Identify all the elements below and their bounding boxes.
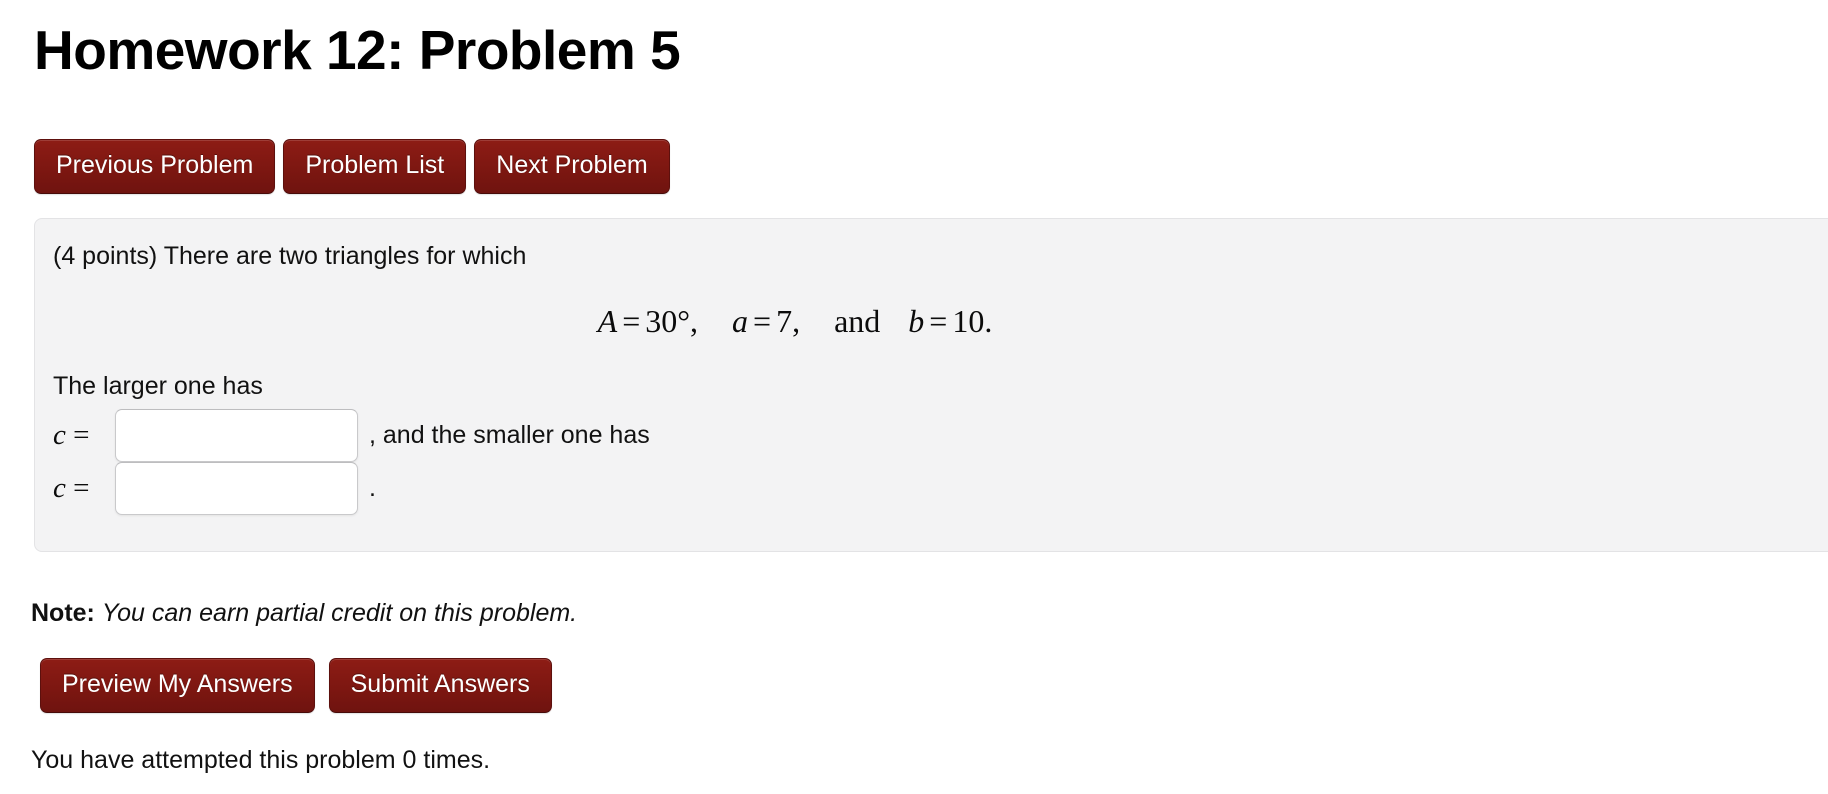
answer-row-smaller: c = .: [53, 462, 376, 515]
answer-c-larger-input[interactable]: [115, 409, 358, 462]
math-value-b: 10.: [952, 303, 993, 339]
answer-label-c-smaller: c =: [53, 472, 115, 505]
math-variable-A: A: [597, 303, 618, 339]
math-equals-2: =: [753, 303, 772, 339]
answer-trailing-text-smaller: .: [369, 474, 376, 502]
problem-page: Homework 12: Problem 5 Previous Problem …: [0, 0, 1828, 794]
math-variable-a: a: [732, 303, 749, 339]
answer-label-c-larger: c =: [53, 419, 115, 452]
preview-my-answers-button[interactable]: Preview My Answers: [40, 658, 315, 713]
answer-actions: Preview My Answers Submit Answers: [40, 658, 552, 713]
next-problem-button[interactable]: Next Problem: [474, 139, 670, 194]
larger-triangle-label: The larger one has: [53, 372, 263, 400]
given-values-equation: A = 30°, a = 7, and b = 10.: [35, 301, 1555, 341]
partial-credit-note: Note: You can earn partial credit on thi…: [31, 598, 577, 628]
answer-row-larger: c = , and the smaller one has: [53, 409, 650, 462]
answer-equals-larger: =: [73, 419, 90, 451]
note-label: Note:: [31, 599, 95, 627]
problem-points-intro: (4 points) There are two triangles for w…: [53, 242, 527, 270]
note-text: You can earn partial credit on this prob…: [101, 599, 578, 627]
math-value-a: 7,: [776, 303, 801, 339]
math-variable-b: b: [908, 303, 925, 339]
math-equals-1: =: [622, 303, 641, 339]
problem-statement-panel: (4 points) There are two triangles for w…: [34, 218, 1828, 552]
submit-answers-button[interactable]: Submit Answers: [328, 658, 552, 713]
math-value-A: 30°,: [645, 303, 699, 339]
answer-variable-c-smaller: c: [53, 472, 66, 504]
page-title: Homework 12: Problem 5: [34, 19, 681, 81]
problem-navigation: Previous Problem Problem List Next Probl…: [34, 139, 670, 194]
answer-equals-smaller: =: [73, 472, 90, 504]
math-equals-3: =: [929, 303, 948, 339]
answer-variable-c-larger: c: [53, 419, 66, 451]
problem-list-button[interactable]: Problem List: [283, 139, 467, 194]
answer-c-smaller-input[interactable]: [115, 462, 358, 515]
previous-problem-button[interactable]: Previous Problem: [34, 139, 276, 194]
math-conjunction-and: and: [834, 303, 881, 339]
attempt-count-status: You have attempted this problem 0 times.: [31, 746, 491, 774]
answer-trailing-text-larger: , and the smaller one has: [369, 421, 650, 449]
